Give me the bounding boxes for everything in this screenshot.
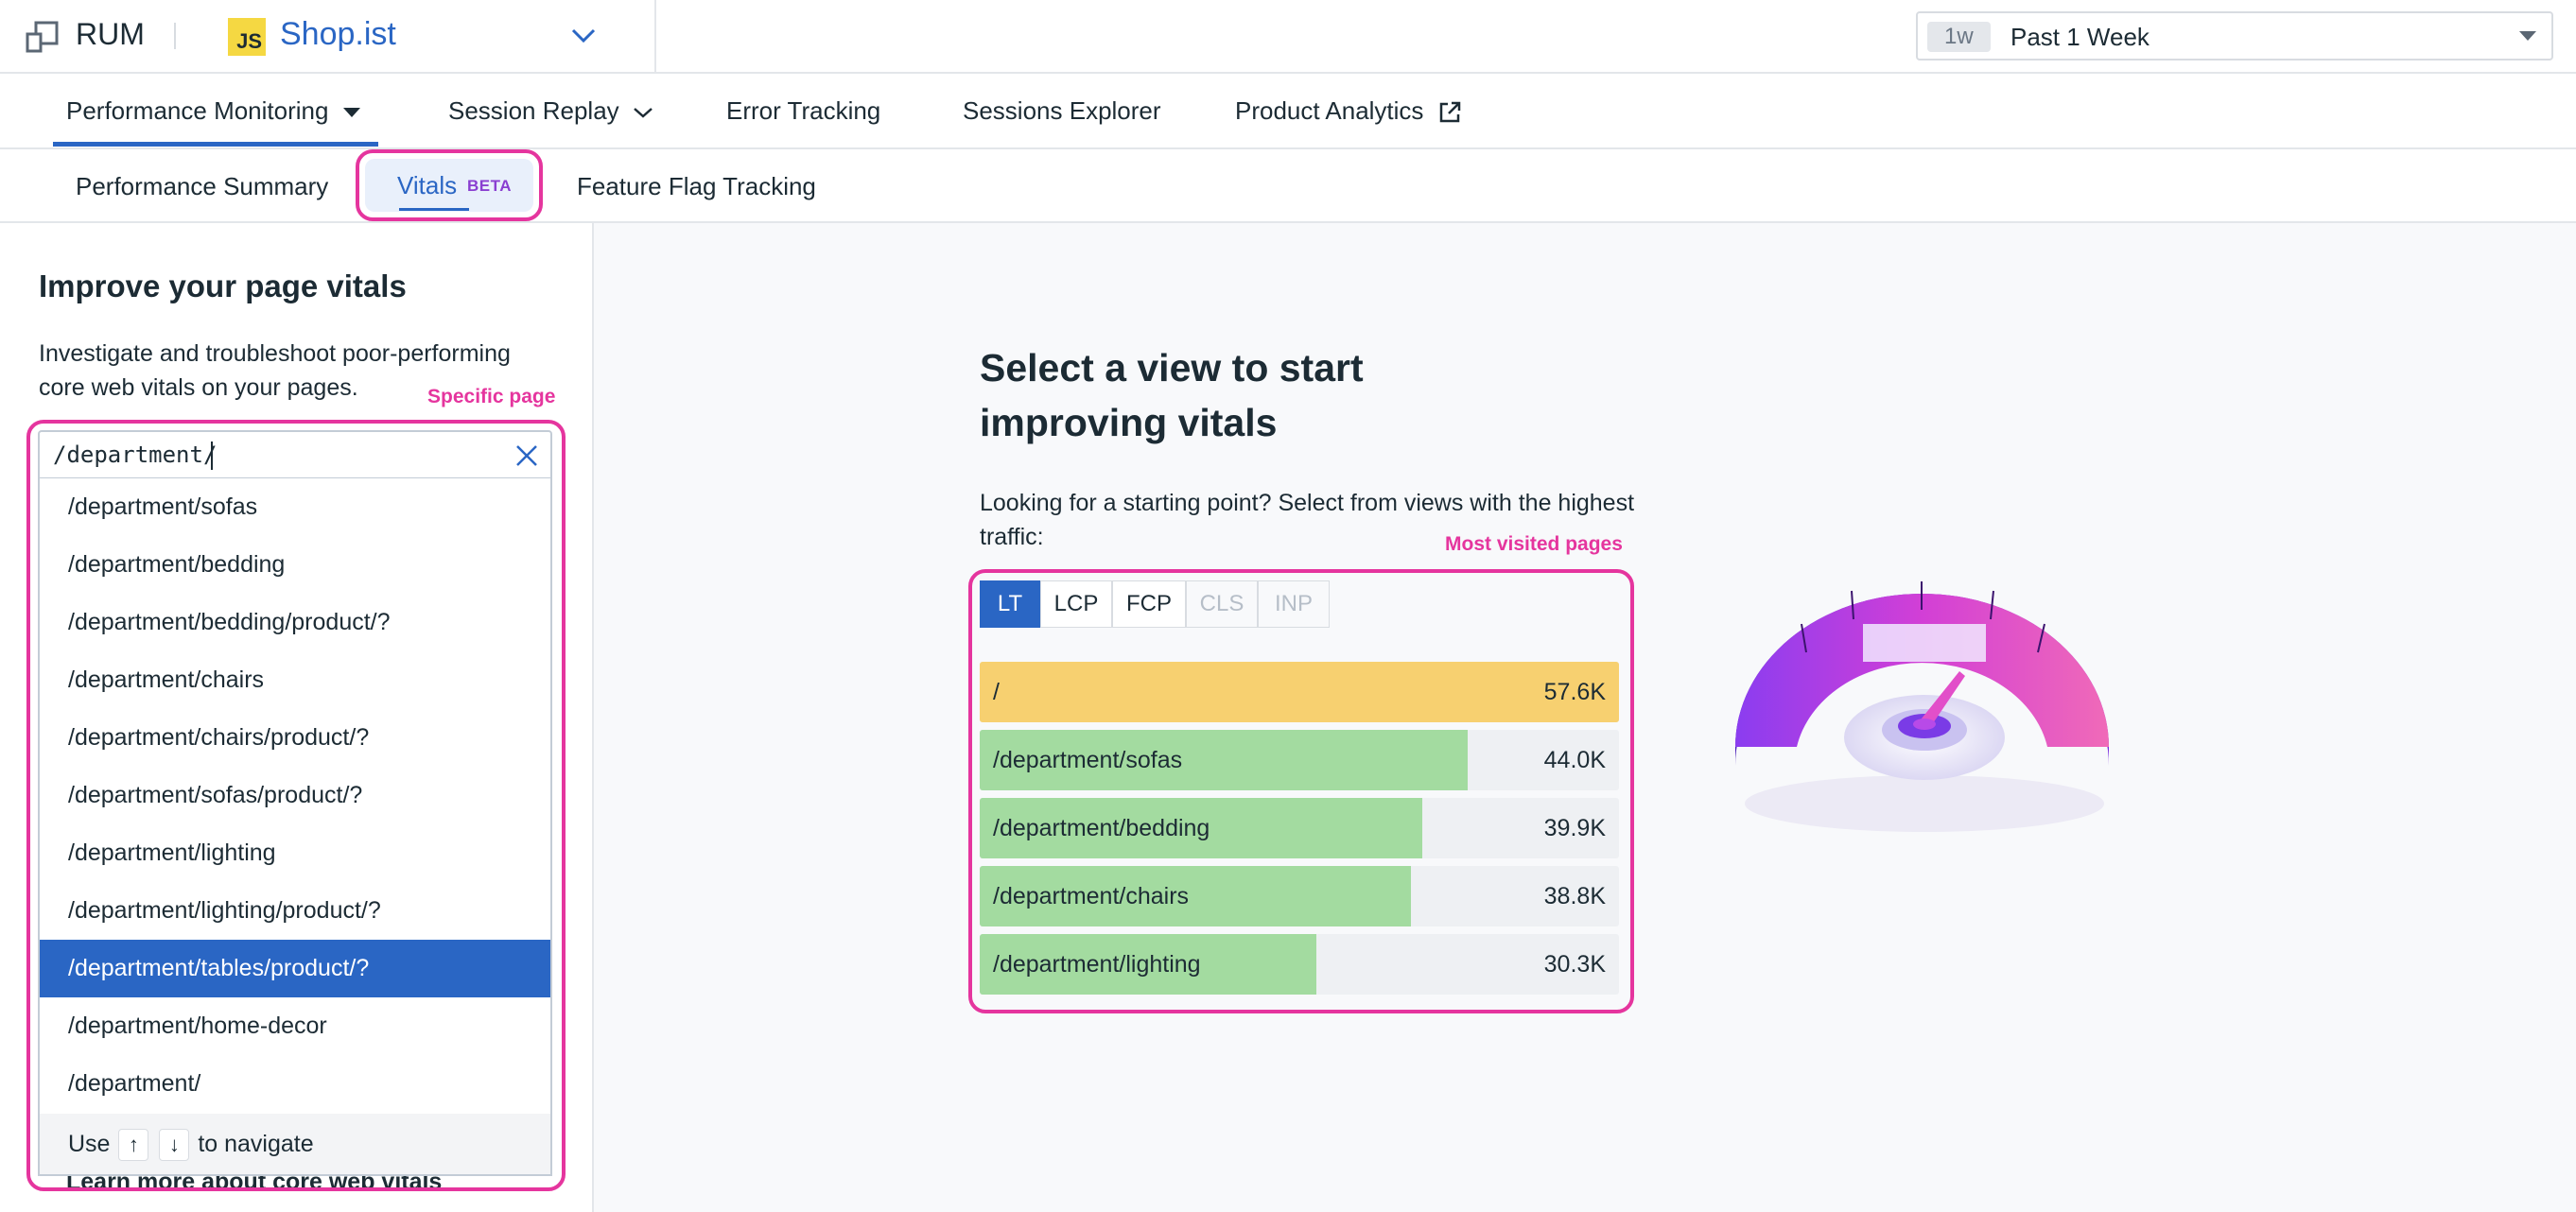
- rum-icon: [26, 21, 59, 53]
- view-name: /department/chairs: [993, 883, 1190, 909]
- tab-session-replay[interactable]: Session Replay: [448, 96, 654, 126]
- subtab-vitals[interactable]: Vitals BETA: [365, 159, 533, 212]
- view-count: 39.9K: [1543, 815, 1606, 841]
- app-name[interactable]: Shop.ist: [280, 16, 396, 53]
- metric-toggle-fcp[interactable]: FCP: [1112, 580, 1186, 628]
- dropdown-option[interactable]: /department/lighting/product/?: [40, 882, 550, 940]
- metric-toggle-inp[interactable]: INP: [1258, 580, 1330, 628]
- chevron-down-icon: [634, 108, 653, 118]
- caret-down-icon: [2519, 31, 2536, 41]
- tab-label: Sessions Explorer: [963, 96, 1161, 125]
- dropdown-option[interactable]: /department/bedding/product/?: [40, 594, 550, 651]
- time-range-chip: 1w: [1927, 22, 1991, 52]
- top-bar: RUM JS Shop.ist 1w Past 1 Week: [0, 0, 2576, 74]
- subtab-vitals-label: Vitals: [397, 171, 458, 199]
- tab-sessions-explorer[interactable]: Sessions Explorer: [963, 96, 1161, 126]
- view-count: 44.0K: [1543, 747, 1606, 773]
- annotation-specific-page: Specific page: [427, 386, 556, 407]
- tab-label: Product Analytics: [1235, 96, 1424, 125]
- metric-toggle-lt[interactable]: LT: [980, 580, 1040, 628]
- view-search-input[interactable]: /department/: [38, 430, 552, 479]
- dropdown-hint: Use ↑ ↓ to navigate: [40, 1114, 550, 1174]
- close-icon[interactable]: [514, 443, 539, 468]
- view-name: /department/lighting: [993, 951, 1201, 978]
- dropdown-option[interactable]: /department/lighting: [40, 824, 550, 882]
- view-name: /: [993, 679, 1000, 705]
- search-input-value: /department/: [53, 442, 218, 468]
- view-count: 30.3K: [1543, 951, 1606, 978]
- tab-label: Session Replay: [448, 96, 619, 125]
- product-name[interactable]: RUM: [76, 17, 145, 52]
- dropdown-option-selected[interactable]: /department/tables/product/?: [40, 940, 550, 997]
- tab-label: Error Tracking: [726, 96, 881, 125]
- divider: [654, 0, 656, 74]
- panel-title: Improve your page vitals: [39, 268, 407, 303]
- arrow-up-key: ↑: [118, 1129, 149, 1162]
- subtab-feature-flag-tracking[interactable]: Feature Flag Tracking: [577, 172, 816, 201]
- traffic-bar: [980, 662, 1619, 722]
- hint-text: to navigate: [198, 1131, 314, 1157]
- view-name: /department/sofas: [993, 747, 1183, 773]
- speedometer-illustration: [1735, 581, 2109, 832]
- tab-performance-monitoring[interactable]: Performance Monitoring: [66, 96, 362, 126]
- view-dropdown: /department/sofas /department/bedding /d…: [38, 478, 552, 1176]
- tab-error-tracking[interactable]: Error Tracking: [726, 96, 880, 126]
- primary-tabs: Performance Monitoring Session Replay Er…: [0, 74, 2576, 149]
- dropdown-option[interactable]: /department/chairs/product/?: [40, 709, 550, 767]
- active-tab-indicator: [53, 142, 378, 147]
- metric-toggle-cls[interactable]: CLS: [1186, 580, 1258, 628]
- annotation-most-visited: Most visited pages: [1445, 533, 1623, 555]
- view-row[interactable]: / 57.6K: [980, 662, 1619, 722]
- app-logo: JS: [228, 18, 266, 56]
- dropdown-option[interactable]: /department/: [40, 1055, 550, 1113]
- dropdown-option[interactable]: /department/home-decor: [40, 997, 550, 1055]
- view-row[interactable]: /department/chairs 38.8K: [980, 866, 1619, 926]
- text-cursor: [211, 442, 213, 470]
- view-name: /department/bedding: [993, 815, 1210, 841]
- external-link-icon: [1439, 101, 1460, 123]
- divider: [174, 23, 176, 49]
- metric-toggle-lcp[interactable]: LCP: [1040, 580, 1112, 628]
- dropdown-option[interactable]: /department/sofas/product/?: [40, 767, 550, 824]
- active-subtab-indicator: [399, 208, 469, 211]
- dropdown-option[interactable]: /department/chairs: [40, 651, 550, 709]
- subtab-vitals-highlight: Vitals BETA: [356, 149, 543, 221]
- beta-badge: BETA: [467, 177, 513, 195]
- dropdown-option[interactable]: /department/sofas: [40, 478, 550, 536]
- main-title: Select a view to start improving vitals: [980, 346, 1364, 444]
- view-row[interactable]: /department/sofas 44.0K: [980, 730, 1619, 790]
- view-count: 38.8K: [1543, 883, 1606, 909]
- tab-product-analytics[interactable]: Product Analytics: [1235, 96, 1463, 126]
- view-row[interactable]: /department/lighting 30.3K: [980, 934, 1619, 995]
- tab-label: Performance Monitoring: [66, 96, 329, 125]
- view-count: 57.6K: [1543, 679, 1606, 705]
- subtab-performance-summary[interactable]: Performance Summary: [76, 172, 328, 201]
- dropdown-option[interactable]: /department/bedding: [40, 536, 550, 594]
- time-range-picker[interactable]: 1w Past 1 Week: [1916, 11, 2553, 61]
- caret-down-icon: [342, 108, 360, 118]
- chevron-down-icon[interactable]: [569, 25, 598, 47]
- view-row[interactable]: /department/bedding 39.9K: [980, 798, 1619, 858]
- arrow-down-key: ↓: [159, 1129, 190, 1162]
- time-range-label: Past 1 Week: [2010, 23, 2150, 51]
- hint-text: Use: [68, 1131, 111, 1157]
